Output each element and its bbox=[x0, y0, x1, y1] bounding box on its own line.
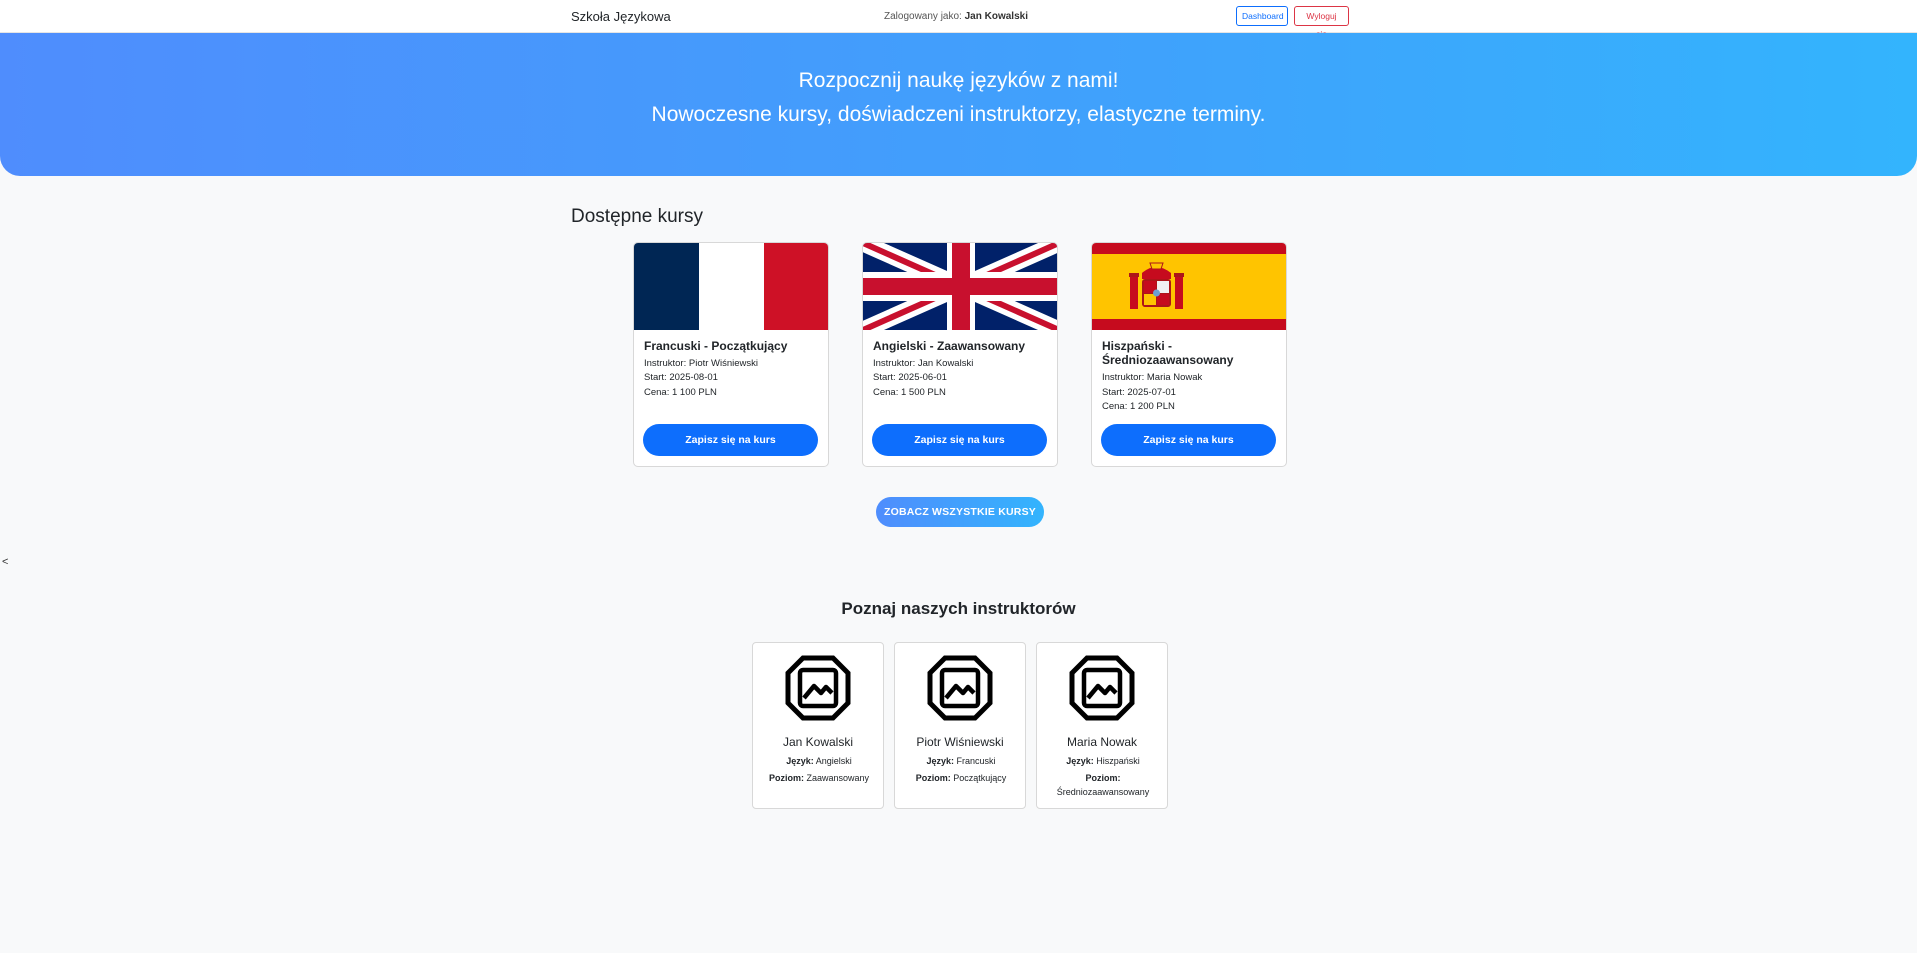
level-label: Poziom: bbox=[1085, 773, 1121, 783]
brand-link[interactable]: Szkoła Językowa bbox=[571, 9, 671, 24]
language-value: Hiszpański bbox=[1096, 756, 1140, 766]
instructor-level: Poziom: Początkujący bbox=[899, 772, 1023, 786]
logged-in-status: Zalogowany jako: Jan Kowalski bbox=[884, 11, 1028, 22]
flag-france-icon bbox=[634, 243, 828, 330]
hero-banner: Rozpocznij naukę języków z nami! Nowocze… bbox=[0, 33, 1917, 176]
dashboard-button[interactable]: Dashboard bbox=[1236, 6, 1288, 26]
course-title: Hiszpański - Średniozaawansowany bbox=[1102, 339, 1234, 367]
course-price: Cena: 1 500 PLN bbox=[873, 387, 946, 398]
course-card: Angielski - Zaawansowany Instruktor: Jan… bbox=[862, 242, 1058, 467]
enroll-button[interactable]: Zapisz się na kurs bbox=[643, 424, 818, 456]
instructors-section-title: Poznaj naszych instruktorów bbox=[841, 599, 1076, 618]
level-value: Średniozaawansowany bbox=[1056, 786, 1150, 797]
level-label: Poziom: bbox=[768, 773, 804, 783]
course-instructor: Instruktor: Maria Nowak bbox=[1102, 372, 1203, 383]
instructor-name: Maria Nowak bbox=[1066, 735, 1138, 749]
flag-uk-icon bbox=[863, 243, 1057, 330]
stray-text: < bbox=[2, 556, 9, 568]
course-title: Angielski - Zaawansowany bbox=[873, 339, 1026, 353]
instructor-name: Jan Kowalski bbox=[782, 735, 854, 749]
level-value: Początkujący bbox=[953, 773, 1007, 783]
language-label: Język: bbox=[1066, 756, 1094, 766]
see-all-courses-button[interactable]: ZOBACZ WSZYSTKIE KURSY bbox=[876, 497, 1044, 527]
language-label: Język: bbox=[926, 756, 954, 766]
hero-subheadline: Nowoczesne kursy, doświadczeni instrukto… bbox=[651, 103, 1266, 126]
level-value: Zaawansowany bbox=[806, 773, 870, 783]
instructor-card: Maria Nowak Język: Hiszpański Poziom: Śr… bbox=[1036, 642, 1168, 809]
course-title: Francuski - Początkujący bbox=[644, 339, 788, 353]
course-price: Cena: 1 100 PLN bbox=[644, 387, 717, 398]
instructor-level: Poziom: Zaawansowany bbox=[757, 772, 881, 786]
instructor-card: Piotr Wiśniewski Język: Francuski Poziom… bbox=[894, 642, 1026, 809]
language-label: Język: bbox=[786, 756, 814, 766]
course-card: Hiszpański - Średniozaawansowany Instruk… bbox=[1091, 242, 1287, 467]
course-start: Start: 2025-07-01 bbox=[1102, 387, 1176, 398]
course-instructor: Instruktor: Jan Kowalski bbox=[873, 358, 974, 369]
flag-spain-icon bbox=[1092, 243, 1286, 330]
image-placeholder-icon bbox=[927, 655, 993, 721]
course-price: Cena: 1 200 PLN bbox=[1102, 401, 1175, 412]
navbar: Szkoła Językowa Zalogowany jako: Jan Kow… bbox=[0, 0, 1917, 39]
instructor-name: Piotr Wiśniewski bbox=[916, 735, 1004, 749]
instructor-language: Język: Hiszpański bbox=[1041, 755, 1165, 769]
courses-section-title: Dostępne kursy bbox=[571, 206, 704, 227]
course-start: Start: 2025-08-01 bbox=[644, 372, 718, 383]
course-start: Start: 2025-06-01 bbox=[873, 372, 947, 383]
instructor-language: Język: Angielski bbox=[757, 755, 881, 769]
level-label: Poziom: bbox=[915, 773, 951, 783]
logged-in-user: Jan Kowalski bbox=[964, 11, 1028, 22]
logged-in-prefix: Zalogowany jako: bbox=[884, 11, 962, 22]
enroll-button[interactable]: Zapisz się na kurs bbox=[872, 424, 1047, 456]
hero-headline: Rozpocznij naukę języków z nami! bbox=[798, 69, 1119, 92]
instructor-language: Język: Francuski bbox=[899, 755, 1023, 769]
logout-button[interactable]: Wyloguj się bbox=[1294, 6, 1349, 39]
instructor-card: Jan Kowalski Język: Angielski Poziom: Za… bbox=[752, 642, 884, 809]
course-card: Francuski - Początkujący Instruktor: Pio… bbox=[633, 242, 829, 467]
image-placeholder-icon bbox=[1069, 655, 1135, 721]
course-instructor: Instruktor: Piotr Wiśniewski bbox=[644, 358, 759, 369]
enroll-button[interactable]: Zapisz się na kurs bbox=[1101, 424, 1276, 456]
language-value: Francuski bbox=[956, 756, 996, 766]
image-placeholder-icon bbox=[785, 655, 851, 721]
instructor-level: Poziom: Średniozaawansowany bbox=[1041, 772, 1165, 799]
language-value: Angielski bbox=[815, 756, 852, 766]
